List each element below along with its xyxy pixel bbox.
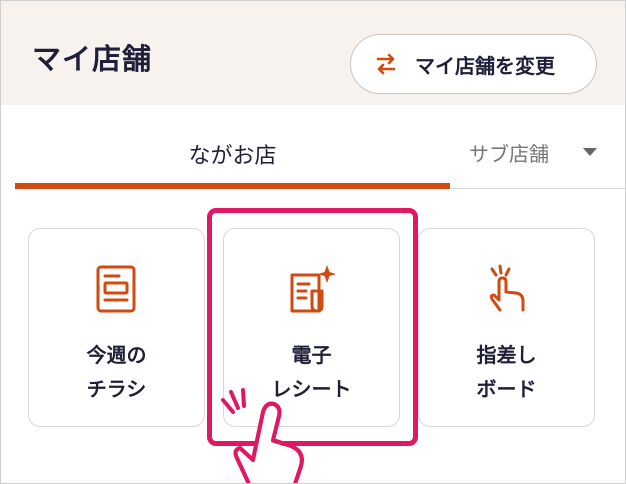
card-pointing-board[interactable]: 指差し ボード — [418, 228, 595, 427]
tab-sub-store[interactable]: サブ店舗 — [450, 127, 625, 189]
tab-sub-label: サブ店舗 — [469, 142, 549, 166]
caret-down-icon — [583, 148, 597, 156]
active-tab-indicator — [15, 183, 450, 189]
tab-main-store[interactable]: ながお店 — [15, 127, 450, 189]
app-frame: マイ店舗 マイ店舗を変更 ながお店 サブ店舗 今週の チラシ 電子 レシート 指… — [0, 0, 626, 484]
change-store-label: マイ店舗を変更 — [415, 53, 555, 78]
tap-hand-icon — [221, 388, 304, 483]
header: マイ店舗 マイ店舗を変更 — [1, 1, 625, 105]
card-weekly-flyer[interactable]: 今週の チラシ — [28, 228, 205, 427]
card-label-line2: チラシ — [86, 377, 147, 401]
change-store-button[interactable]: マイ店舗を変更 — [350, 34, 597, 94]
flyer-icon — [96, 265, 135, 313]
card-label-line1: 指差し — [476, 343, 537, 367]
pointing-finger-icon — [489, 264, 524, 312]
card-label-line2: ボード — [476, 377, 537, 401]
tab-main-label: ながお店 — [188, 144, 277, 169]
card-label-line1: 今週の — [86, 343, 147, 367]
swap-arrows-icon — [373, 51, 399, 77]
page-title: マイ店舗 — [32, 42, 153, 76]
tab-divider — [450, 188, 625, 189]
